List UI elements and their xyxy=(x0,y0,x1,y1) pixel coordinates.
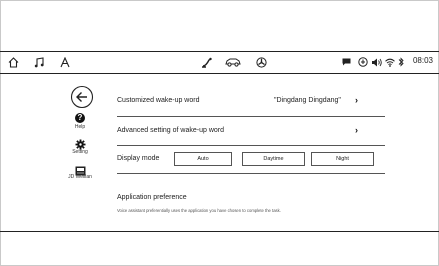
display-mode-auto-button[interactable]: Auto xyxy=(174,152,232,166)
divider xyxy=(117,173,385,174)
divider xyxy=(117,116,385,117)
chevron-right-icon[interactable]: › xyxy=(355,125,358,135)
navigation-a-icon[interactable] xyxy=(59,55,71,69)
clock-time: 08:03 xyxy=(412,56,433,65)
display-mode-title: Display mode xyxy=(117,155,160,162)
wakeup-word-title: Customized wake-up word xyxy=(117,97,200,104)
music-note-icon[interactable] xyxy=(33,55,45,69)
jd-weilian-icon xyxy=(60,163,100,176)
status-bar: 08:03 xyxy=(0,51,439,73)
gear-icon xyxy=(60,137,100,150)
steering-icon[interactable] xyxy=(200,55,214,69)
divider xyxy=(117,145,385,146)
sidebar-item-label: JD Weilian xyxy=(68,174,92,180)
sidebar-item-help[interactable]: ? Help xyxy=(60,113,100,130)
signal-icon[interactable] xyxy=(358,55,368,69)
sidebar-item-label: Help xyxy=(74,124,86,130)
car-icon[interactable] xyxy=(224,55,242,69)
advanced-wakeup-title: Advanced setting of wake-up word xyxy=(117,127,225,134)
sidebar-item-jd-weilian[interactable]: JD Weilian xyxy=(60,163,100,180)
home-icon[interactable] xyxy=(7,55,19,69)
display-mode-night-button[interactable]: Night xyxy=(311,152,374,166)
back-arrow-icon[interactable] xyxy=(70,85,94,109)
volume-icon[interactable] xyxy=(371,55,382,69)
wifi-icon[interactable] xyxy=(385,55,395,69)
bluetooth-icon[interactable] xyxy=(397,55,404,69)
app-preference-description: Voice assistant preferentially uses the … xyxy=(117,208,281,213)
fan-icon[interactable] xyxy=(255,55,267,69)
chevron-right-icon[interactable]: › xyxy=(355,95,358,105)
sidebar-item-setting[interactable]: Setting xyxy=(60,137,100,155)
sidebar-item-label: Setting xyxy=(72,149,88,155)
content-bottom-border xyxy=(0,231,439,232)
help-icon: ? xyxy=(75,113,85,123)
message-icon[interactable] xyxy=(341,55,351,69)
status-bar-bottom-border xyxy=(0,73,439,74)
display-mode-daytime-button[interactable]: Daytime xyxy=(242,152,305,166)
app-preference-title[interactable]: Application preference xyxy=(117,194,187,201)
wakeup-word-value: "Dingdang Dingdang" xyxy=(274,97,341,104)
